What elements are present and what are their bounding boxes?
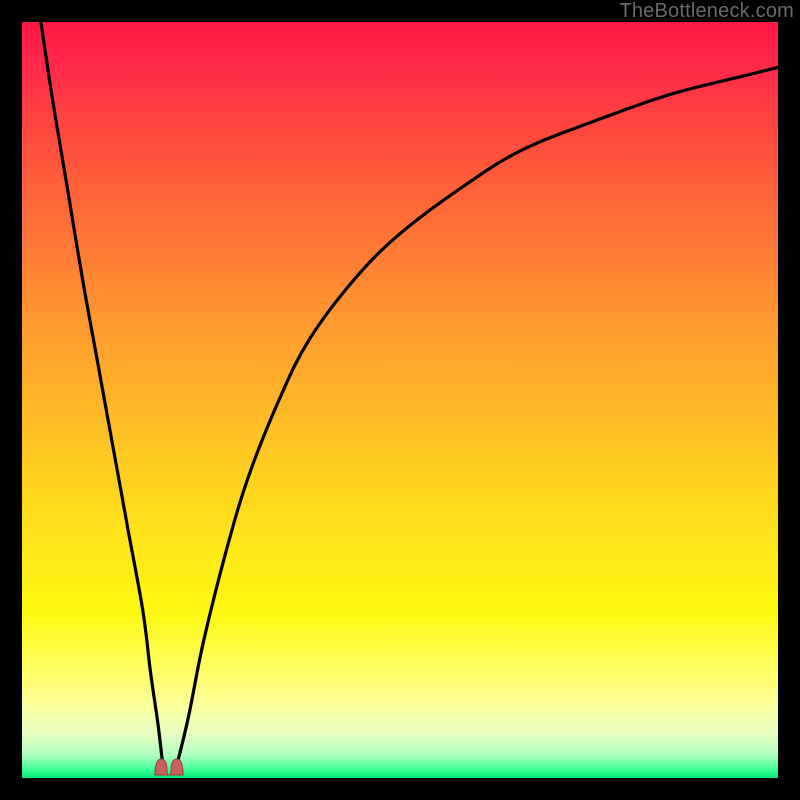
watermark-text: TheBottleneck.com xyxy=(619,0,794,23)
bottleneck-curve xyxy=(22,22,778,778)
minimum-marker-icon xyxy=(149,751,189,778)
chart-frame xyxy=(22,22,778,778)
